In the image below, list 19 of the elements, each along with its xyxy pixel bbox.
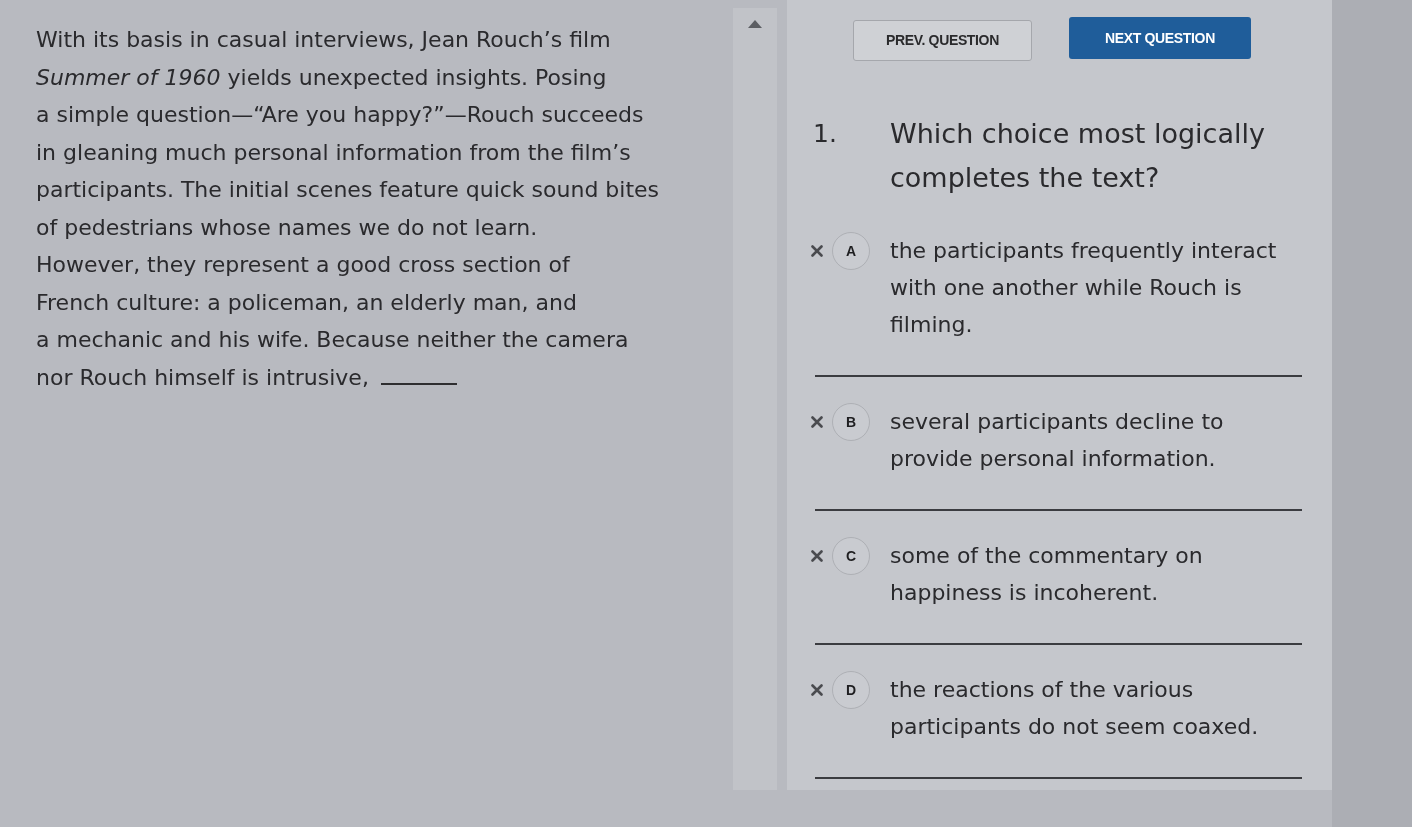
cross-out-icon[interactable] xyxy=(811,684,823,696)
cross-out-icon[interactable] xyxy=(811,245,823,257)
question-number: 1. xyxy=(812,118,838,150)
choice-text: the participants frequently interact with one another while Rouch is filming. xyxy=(890,237,1278,339)
choice-letter-button[interactable]: C xyxy=(832,537,870,575)
question-text: Which choice most logically completes the text? xyxy=(890,117,1266,195)
cross-out-icon[interactable] xyxy=(811,416,823,428)
choice-letter-button[interactable]: B xyxy=(832,403,870,441)
passage-text: nor Rouch himself is intrusive, xyxy=(36,363,369,392)
choice-text: several participants decline to provide personal information. xyxy=(890,408,1225,473)
next-question-button[interactable]: NEXT QUESTION xyxy=(1069,17,1251,59)
cross-out-icon[interactable] xyxy=(811,550,823,562)
scrollbar[interactable] xyxy=(733,8,777,790)
choice-letter-button[interactable]: D xyxy=(832,671,870,709)
choice-letter-button[interactable]: A xyxy=(832,232,870,270)
prev-question-button[interactable]: PREV. QUESTION xyxy=(853,20,1032,61)
choice-text: the reactions of the various participants do not seem coaxed. xyxy=(890,676,1260,741)
choice-text: some of the commentary on happiness is incoherent. xyxy=(890,542,1204,607)
scroll-up-icon[interactable] xyxy=(748,20,762,28)
